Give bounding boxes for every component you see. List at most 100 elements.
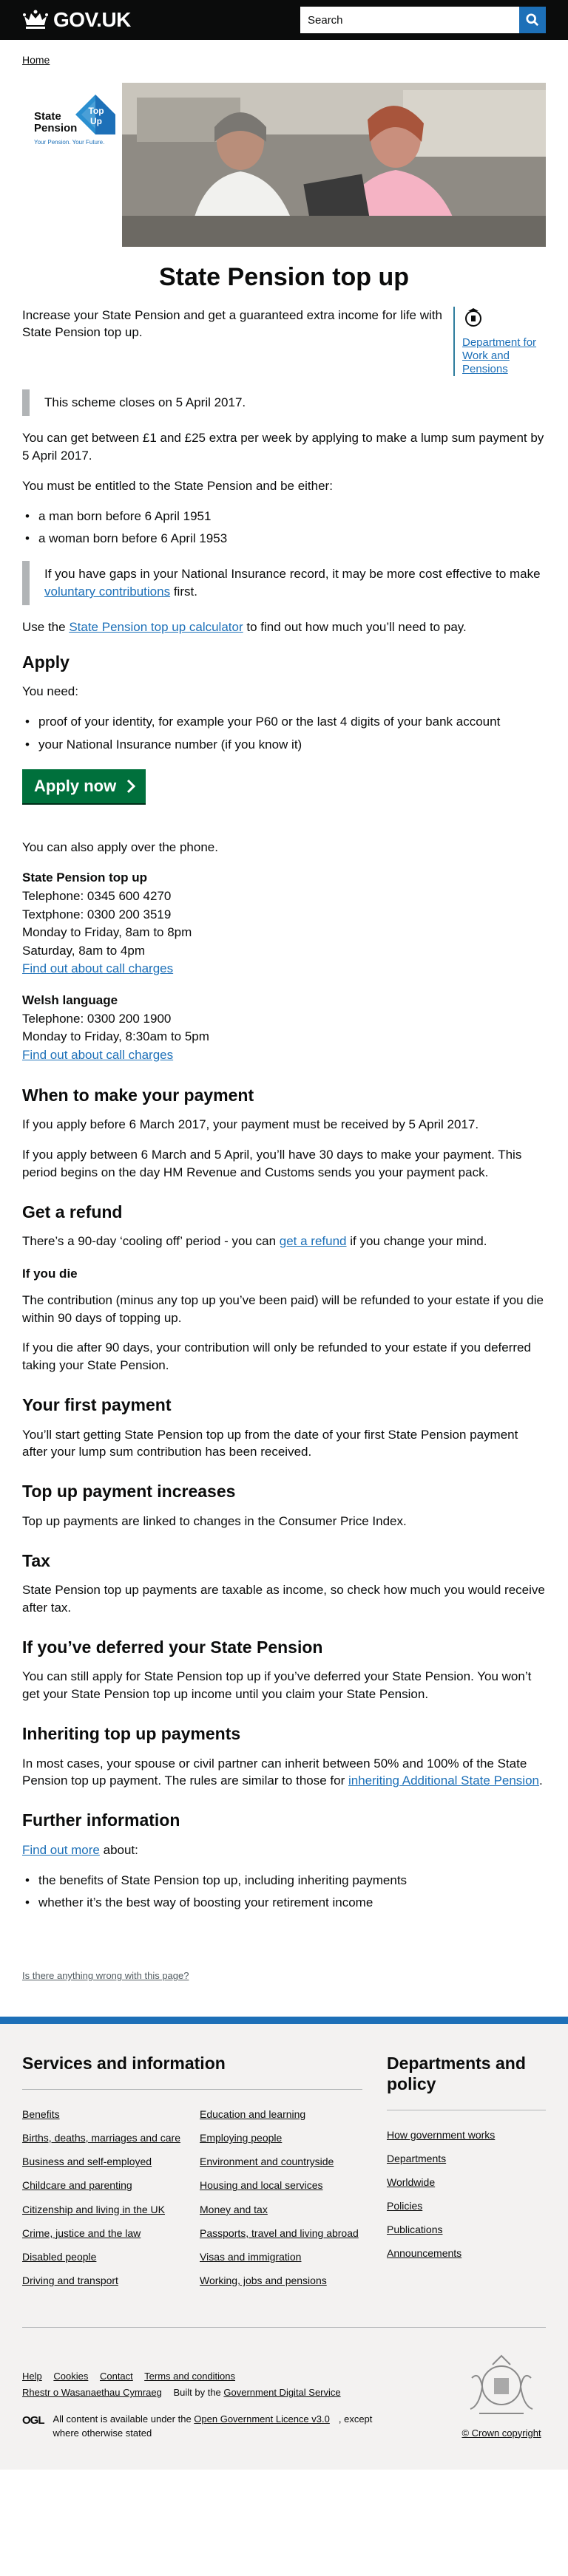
increases-paragraph: Top up payments are linked to changes in… (22, 1513, 407, 1528)
built-by-text: Built by the (173, 2387, 224, 2399)
footer-link[interactable]: Benefits (22, 2108, 60, 2120)
increases-heading: Top up payment increases (22, 1482, 236, 1502)
footer-link[interactable]: Citizenship and living in the UK (22, 2204, 165, 2215)
search-button[interactable] (519, 7, 546, 33)
gds-link[interactable]: Government Digital Service (223, 2387, 340, 2398)
contact-hours-weekday: Monday to Friday, 8:30am to 5pm (22, 1029, 209, 1044)
footer-link[interactable]: Publications (387, 2224, 443, 2235)
search-icon (526, 13, 539, 27)
gaps-text-start: If you have gaps in your National Insura… (44, 567, 541, 582)
ogl-link[interactable]: Open Government Licence v3.0 (194, 2413, 330, 2425)
footer-link[interactable]: Births, deaths, marriages and care (22, 2132, 180, 2144)
inheriting-paragraph: In most cases, your spouse or civil part… (22, 1755, 546, 1790)
page-title: State Pension top up (158, 262, 410, 291)
footer-link[interactable]: Passports, travel and living abroad (200, 2227, 359, 2239)
extra-payment-text: You can get between £1 and £25 extra per… (22, 431, 544, 463)
top-up-badge-icon: Top Up (75, 94, 115, 134)
page-intro: Increase your State Pension and get a gu… (22, 307, 442, 340)
terms-link[interactable]: Terms and conditions (144, 2371, 235, 2382)
inheriting-additional-link[interactable]: inheriting Additional State Pension (348, 1773, 539, 1788)
deferred-paragraph: You can still apply for State Pension to… (22, 1669, 532, 1702)
crown-copyright[interactable]: © Crown copyright (457, 2348, 546, 2439)
apply-now-button[interactable]: Apply now (22, 769, 146, 804)
when-paragraph-1: If you apply before 6 March 2017, your p… (22, 1117, 479, 1132)
licence-text-start: All content is available under the (53, 2413, 195, 2425)
cookies-link[interactable]: Cookies (53, 2371, 88, 2382)
refund-heading: Get a refund (22, 1202, 123, 1221)
crown-icon (23, 10, 48, 29)
footer-link[interactable]: Housing and local services (200, 2179, 323, 2191)
further-text: about: (99, 1842, 138, 1857)
ni-gaps-notice: If you have gaps in your National Insura… (22, 561, 546, 605)
contact-state-pension: State Pension top up Telephone: 0345 600… (22, 869, 546, 978)
chevron-right-icon (127, 779, 136, 794)
footer-link[interactable]: Crime, justice and the law (22, 2227, 141, 2239)
footer-link[interactable]: Driving and transport (22, 2275, 118, 2286)
die-paragraph-1: The contribution (minus any top up you’v… (22, 1292, 544, 1325)
footer-link[interactable]: Worldwide (387, 2176, 435, 2188)
contact-hours-weekday: Monday to Friday, 8am to 8pm (22, 925, 192, 940)
when-heading: When to make your payment (22, 1085, 254, 1105)
footer-link[interactable]: Money and tax (200, 2204, 268, 2215)
hero-photo (122, 82, 546, 247)
welsh-services-link[interactable]: Rhestr o Wasanaethau Cymraeg (22, 2387, 162, 2398)
call-charges-link[interactable]: Find out about call charges (22, 1048, 173, 1062)
find-out-more-link[interactable]: Find out more (22, 1843, 100, 1857)
deferred-heading: If you’ve deferred your State Pension (22, 1637, 323, 1657)
footer-link[interactable]: Childcare and parenting (22, 2179, 132, 2191)
get-refund-link[interactable]: get a refund (280, 1234, 347, 1248)
calculator-link[interactable]: State Pension top up calculator (69, 620, 243, 634)
closing-notice-text: This scheme closes on 5 April 2017. (44, 395, 246, 410)
contact-textphone: Textphone: 0300 200 3519 (22, 907, 172, 921)
footer-link[interactable]: Working, jobs and pensions (200, 2275, 327, 2286)
help-link[interactable]: Help (22, 2371, 42, 2382)
royal-coat-of-arms-icon (470, 2354, 533, 2415)
services-column-1: Benefits Births, deaths, marriages and c… (22, 2108, 185, 2298)
you-need-text: You need: (22, 684, 78, 699)
footer-link[interactable]: Education and learning (200, 2108, 305, 2120)
footer-link[interactable]: How government works (387, 2129, 495, 2141)
footer-link[interactable]: Visas and immigration (200, 2251, 301, 2263)
list-item: whether it’s the best way of boosting yo… (22, 1894, 546, 1912)
hero-image: State Pension Top Up Your Pension. Your … (22, 82, 546, 247)
footer-link[interactable]: Business and self-employed (22, 2156, 152, 2167)
organisation-name: Department for Work and Pensions (462, 336, 537, 376)
footer-link[interactable]: Environment and countryside (200, 2156, 334, 2167)
inheriting-heading: Inheriting top up payments (22, 1723, 241, 1743)
list-item: the benefits of State Pension top up, in… (22, 1872, 546, 1890)
requirements-list: proof of your identity, for example your… (22, 713, 546, 754)
badge-text-1: Top (88, 106, 104, 116)
tax-heading: Tax (22, 1550, 50, 1570)
services-section: Services and information Benefits Births… (22, 2054, 362, 2297)
breadcrumb-home[interactable]: Home (22, 54, 50, 66)
footer-link[interactable]: Announcements (387, 2247, 462, 2259)
services-heading: Services and information (22, 2054, 226, 2074)
contact-telephone: Telephone: 0345 600 4270 (22, 888, 172, 903)
footer-link[interactable]: Employing people (200, 2132, 282, 2144)
footer-link[interactable]: Policies (387, 2200, 422, 2212)
call-charges-link[interactable]: Find out about call charges (22, 961, 173, 975)
calculator-paragraph: Use the State Pension top up calculator … (22, 619, 546, 636)
search-input[interactable] (300, 7, 519, 33)
footer-link[interactable]: Disabled people (22, 2251, 96, 2263)
list-item: proof of your identity, for example your… (22, 713, 546, 731)
copyright-text: © Crown copyright (462, 2427, 541, 2439)
departments-list: How government works Departments Worldwi… (387, 2128, 546, 2260)
organisation-logo[interactable]: Department for Work and Pensions (453, 306, 546, 377)
voluntary-contributions-link[interactable]: voluntary contributions (44, 585, 170, 599)
tax-paragraph: State Pension top up payments are taxabl… (22, 1583, 545, 1615)
breadcrumb: Home (22, 40, 546, 83)
further-info-paragraph: Find out more about: (22, 1841, 546, 1859)
govuk-logo[interactable]: GOV.UK (22, 5, 131, 34)
footer-link[interactable]: Departments (387, 2153, 446, 2164)
refund-text-start: There’s a 90-day ‘cooling off’ period - … (22, 1234, 280, 1249)
contact-welsh-language: Welsh language Telephone: 0300 200 1900 … (22, 992, 546, 1065)
search-form (300, 7, 546, 33)
if-you-die-heading: If you die (22, 1267, 78, 1281)
footer-meta: Help Cookies Contact Terms and condition… (22, 2370, 393, 2440)
report-problem-link[interactable]: Is there anything wrong with this page? (22, 1970, 189, 1981)
contact-link[interactable]: Contact (100, 2371, 133, 2382)
ogl-logo-icon: OGL (22, 2414, 44, 2427)
closing-notice: This scheme closes on 5 April 2017. (22, 389, 546, 417)
list-item: a woman born before 6 April 1953 (22, 530, 546, 548)
